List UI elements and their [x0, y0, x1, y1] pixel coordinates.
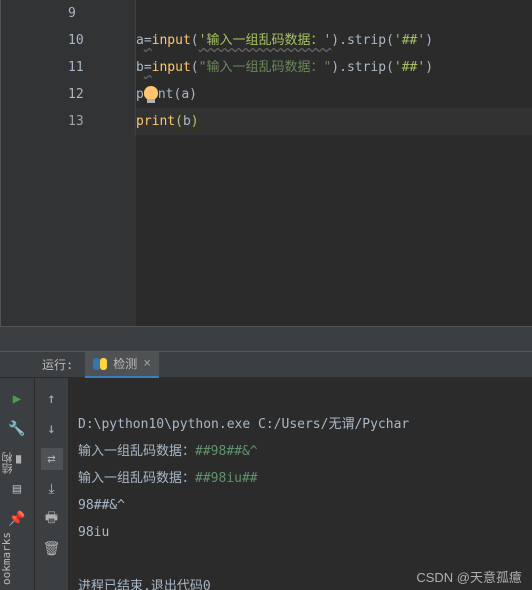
run-tab[interactable]: 检测 ×	[85, 352, 159, 378]
python-icon	[93, 357, 107, 371]
line-number: 9	[68, 0, 136, 27]
down-icon[interactable]: ↓	[41, 418, 63, 440]
rerun-icon[interactable]: ▶	[6, 388, 28, 410]
pin-icon[interactable]: 📌	[6, 508, 28, 530]
up-icon[interactable]: ↑	[41, 388, 63, 410]
intention-bulb-icon[interactable]	[144, 86, 158, 100]
panel-divider[interactable]	[0, 326, 532, 352]
settings-icon[interactable]: 🔧	[6, 418, 28, 440]
run-tab-label: 检测	[113, 355, 137, 372]
editor-content[interactable]: a=input('输入一组乱码数据：').strip('##') b=input…	[136, 0, 532, 326]
soft-wrap-icon[interactable]: ⇄	[41, 448, 63, 470]
line-number: 10	[68, 27, 136, 54]
line-number: 13	[68, 108, 136, 135]
output-2: 98iu	[78, 525, 109, 540]
run-toolbar: 运行: 检测 ×	[0, 352, 532, 378]
side-tab-structure[interactable]: 结构	[0, 450, 16, 476]
prompt-2: 输入一组乱码数据：	[78, 471, 195, 486]
code-editor[interactable]: 9 10 11 12 13 a=input('输入一组乱码数据：').strip…	[0, 0, 532, 326]
close-tab-icon[interactable]: ×	[143, 356, 151, 371]
run-label: 运行:	[42, 356, 73, 373]
prompt-1: 输入一组乱码数据：	[78, 444, 195, 459]
exit-msg: 进程已结束,退出代码0	[78, 579, 211, 590]
layout-icon[interactable]: ▤	[6, 478, 28, 500]
print-icon[interactable]: 🖶	[41, 508, 63, 530]
input-1: ##98##&^	[195, 444, 258, 459]
gap	[40, 0, 68, 326]
left-stripe	[0, 0, 40, 326]
scroll-end-icon[interactable]: ⤓	[41, 478, 63, 500]
console-output[interactable]: D:\python10\python.exe C:/Users/无谓/Pycha…	[68, 378, 532, 590]
line-gutter[interactable]: 9 10 11 12 13	[68, 0, 136, 326]
output-1: 98##&^	[78, 498, 125, 513]
run-left-toolbar-2: ↑ ↓ ⇄ ⤓ 🖶 🗑	[34, 378, 68, 590]
input-2: ##98iu##	[195, 471, 258, 486]
trash-icon[interactable]: 🗑	[41, 538, 63, 560]
console-cmd: D:\python10\python.exe C:/Users/无谓/Pycha…	[78, 417, 409, 432]
watermark: CSDN @天意孤癔	[416, 567, 522, 586]
line-number: 12	[68, 81, 136, 108]
line-number: 11	[68, 54, 136, 81]
side-tab-bookmarks[interactable]: ookmarks	[0, 530, 13, 587]
